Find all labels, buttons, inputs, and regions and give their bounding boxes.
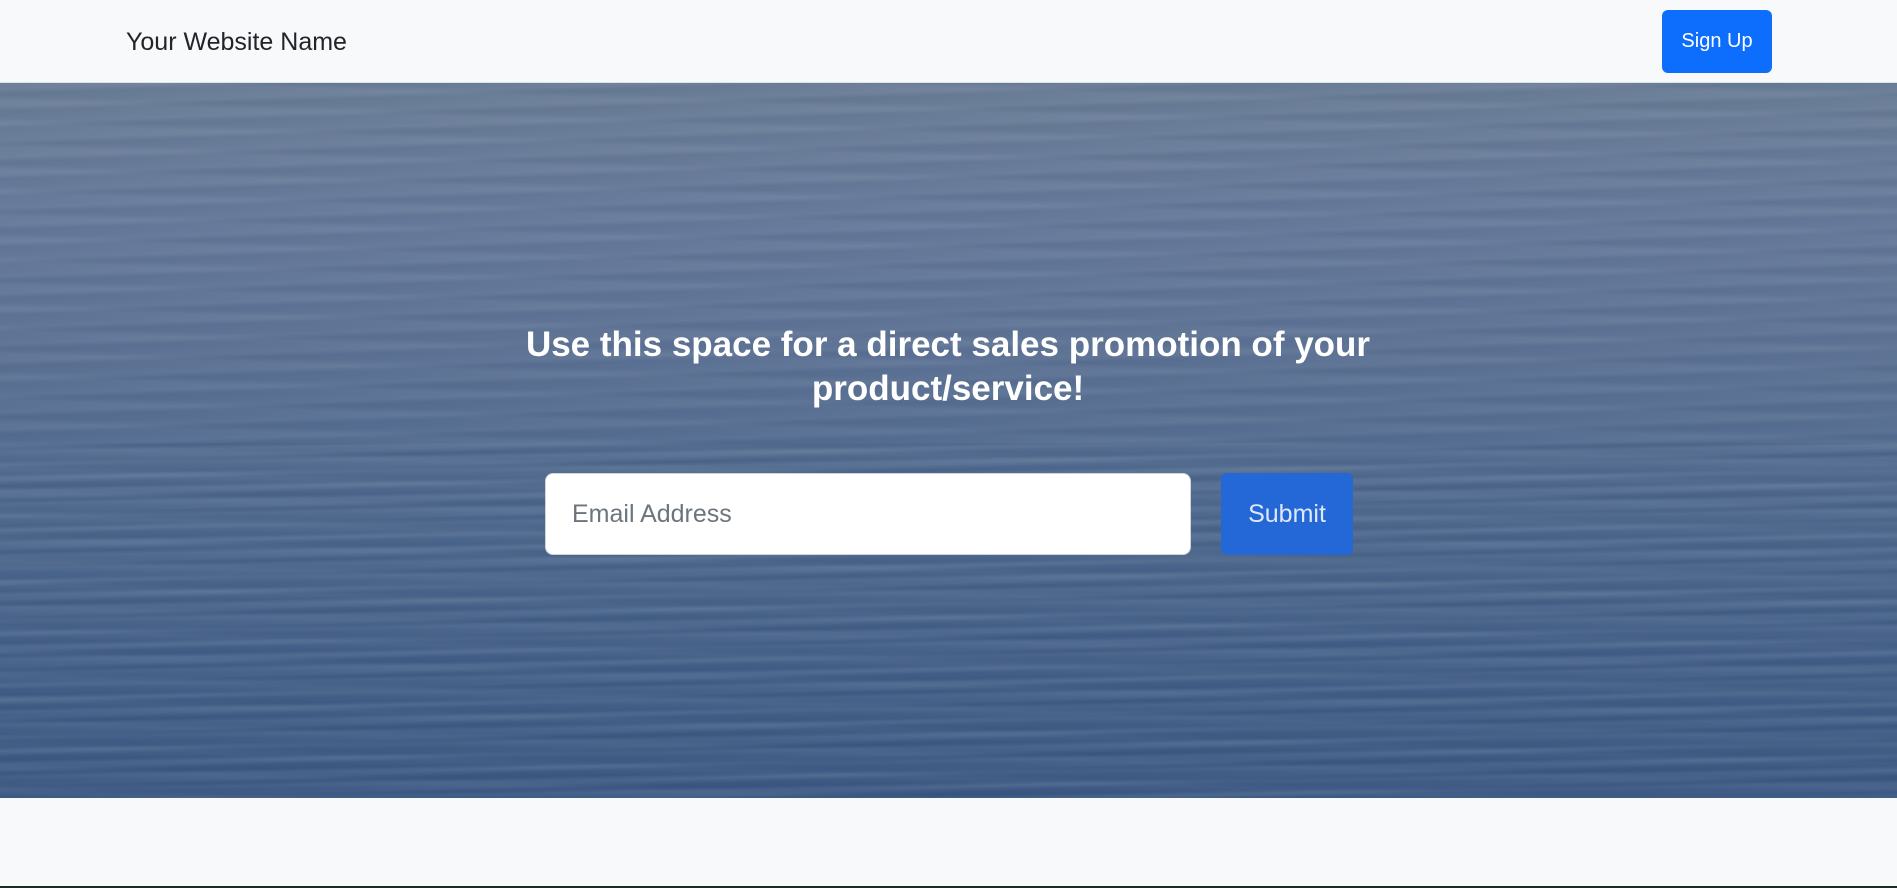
brand-name[interactable]: Your Website Name bbox=[126, 26, 347, 58]
hero-headline: Use this space for a direct sales promot… bbox=[525, 325, 1371, 408]
submit-button[interactable]: Submit bbox=[1221, 473, 1353, 555]
page-footer-area bbox=[0, 798, 1897, 886]
hero-section: Use this space for a direct sales promot… bbox=[0, 83, 1897, 798]
email-input[interactable] bbox=[545, 473, 1191, 555]
navbar: Your Website Name Sign Up bbox=[0, 0, 1897, 83]
sign-up-button[interactable]: Sign Up bbox=[1662, 10, 1772, 73]
